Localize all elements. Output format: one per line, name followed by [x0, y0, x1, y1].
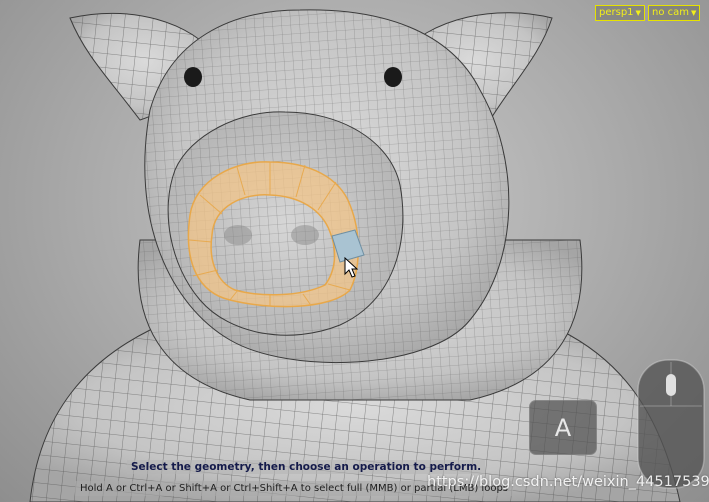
camera-dropdown[interactable]: persp1 ▼: [595, 5, 645, 21]
mesh-nostril-right: [291, 225, 319, 245]
pig-head-mesh[interactable]: [0, 0, 709, 502]
help-line-primary: Select the geometry, then choose an oper…: [127, 460, 486, 474]
mesh-eye-right: [384, 67, 402, 87]
chevron-down-icon: ▼: [691, 9, 697, 17]
view-dropdown-label: no cam: [652, 7, 690, 18]
mouse-middle-button-icon: [666, 374, 676, 396]
mesh-nostril-left: [224, 225, 252, 245]
key-hint-badge: A: [529, 400, 597, 455]
mouse-icon: [636, 358, 706, 490]
watermark: https://blog.csdn.net/weixin_44517539: [427, 474, 709, 490]
view-dropdown[interactable]: no cam ▼: [648, 5, 701, 21]
3d-viewport[interactable]: [0, 0, 709, 502]
camera-dropdown-label: persp1: [599, 7, 634, 18]
chevron-down-icon: ▼: [635, 9, 641, 17]
key-hint-label: A: [554, 413, 572, 442]
mesh-eye-left: [184, 67, 202, 87]
